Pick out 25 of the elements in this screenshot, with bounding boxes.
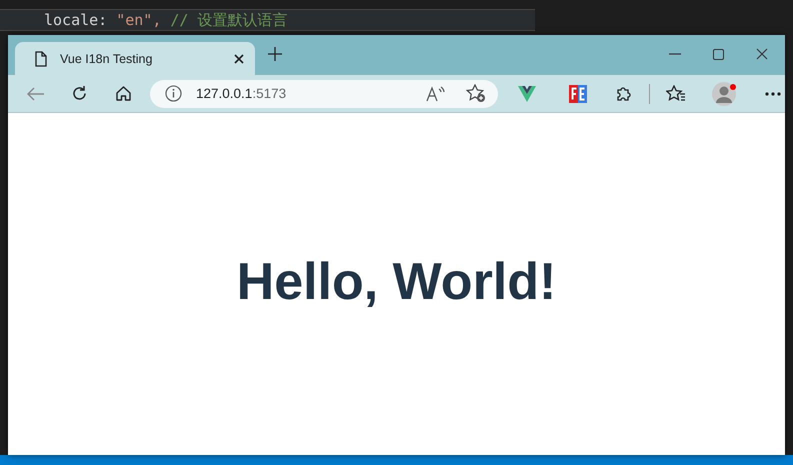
vue-logo-icon[interactable] — [518, 86, 536, 102]
code-token: "en", — [116, 11, 162, 29]
page-icon — [34, 50, 48, 66]
maximize-button[interactable] — [713, 48, 724, 60]
extensions-icon[interactable] — [615, 84, 633, 102]
home-button[interactable] — [115, 85, 132, 102]
favorites-icon[interactable] — [666, 84, 686, 102]
fe-extension-icon[interactable] — [569, 84, 587, 102]
read-aloud-icon[interactable] — [426, 86, 446, 102]
minimize-icon[interactable] — [669, 53, 681, 55]
page-heading: Hello, World! — [236, 252, 556, 312]
add-favorite-icon[interactable] — [466, 84, 486, 103]
reload-button[interactable] — [71, 85, 88, 102]
code-token: locale: — [44, 11, 108, 29]
browser-tab[interactable]: Vue I18n Testing — [15, 42, 255, 75]
close-button[interactable] — [756, 48, 768, 60]
address-bar[interactable]: 127.0.0.1:5173 — [150, 80, 498, 108]
code-comment: // 设置默认语言 — [170, 10, 288, 30]
tab-close-button[interactable] — [233, 52, 245, 64]
profile-avatar-icon[interactable] — [712, 80, 738, 106]
site-info-icon[interactable] — [165, 85, 182, 102]
back-button[interactable] — [27, 86, 45, 100]
new-tab-button[interactable] — [267, 46, 283, 62]
url-text: 127.0.0.1:5173 — [196, 86, 286, 101]
more-menu-icon[interactable] — [765, 92, 781, 96]
